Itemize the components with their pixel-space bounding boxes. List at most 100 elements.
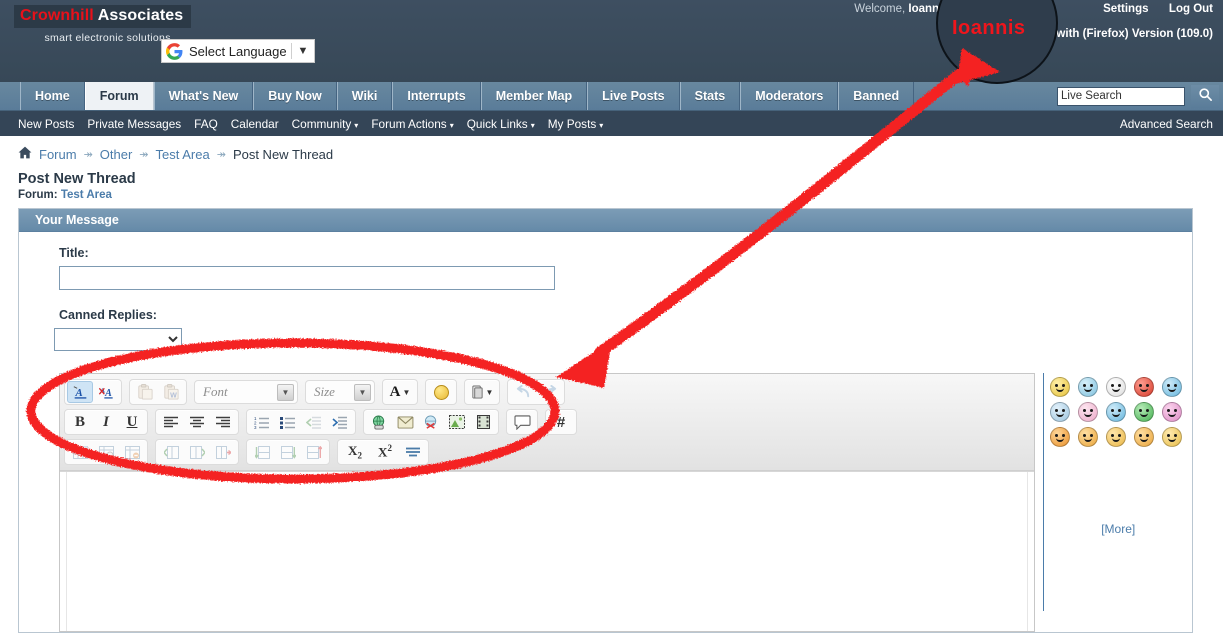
subnav-community[interactable]: Community ▾ [292, 117, 359, 131]
unlink-icon[interactable] [418, 411, 444, 433]
quote-icon[interactable] [509, 411, 535, 433]
subnav-faq[interactable]: FAQ [194, 117, 218, 131]
advanced-search-link[interactable]: Advanced Search [1120, 117, 1213, 131]
insert-video-icon[interactable] [470, 411, 496, 433]
smilie-sunglasses[interactable] [1050, 402, 1071, 422]
ordered-list-icon[interactable]: 123 [249, 411, 275, 433]
align-center-icon[interactable] [184, 411, 210, 433]
post-form-panel: Your Message Title: Canned Replies: A A … [18, 208, 1193, 633]
search-input[interactable] [1057, 86, 1185, 106]
smilie-angry[interactable] [1134, 377, 1155, 397]
toolbar-group-table [64, 439, 148, 465]
nav-tab-moderators[interactable]: Moderators [740, 82, 839, 110]
table-properties-icon[interactable] [93, 441, 119, 463]
size-dropdown-label: Size [314, 384, 335, 399]
font-family-dropdown[interactable]: Font ▼ [194, 380, 298, 404]
insert-image-icon[interactable] [444, 411, 470, 433]
breadcrumb-item-other[interactable]: Other [100, 147, 133, 162]
redo-icon[interactable] [536, 381, 562, 403]
insert-row-above-icon[interactable] [249, 441, 275, 463]
wysiwyg-toggle-icon[interactable]: A [67, 381, 93, 403]
align-right-icon[interactable] [210, 411, 236, 433]
smilie-big-smile[interactable] [1050, 427, 1071, 447]
chevron-down-icon[interactable]: ▼ [292, 45, 314, 57]
subnav-my-posts[interactable]: My Posts ▾ [548, 117, 604, 131]
bold-icon[interactable]: B [67, 411, 93, 433]
subnav-new-posts[interactable]: New Posts [18, 117, 74, 131]
subnav-private-messages[interactable]: Private Messages [87, 117, 181, 131]
smilie-more-link[interactable]: [More] [1101, 522, 1135, 536]
smilie-shocked[interactable] [1106, 377, 1127, 397]
delete-column-icon[interactable] [210, 441, 236, 463]
insert-column-left-icon[interactable] [158, 441, 184, 463]
smilie-neutral[interactable] [1106, 427, 1127, 447]
nav-tab-member-map[interactable]: Member Map [480, 82, 588, 110]
smilie-grin-green[interactable] [1134, 402, 1155, 422]
logout-link[interactable]: Log Out [1169, 3, 1213, 15]
canned-replies-select[interactable] [54, 328, 182, 351]
message-textarea[interactable] [60, 471, 1035, 631]
nav-tab-live-posts[interactable]: Live Posts [587, 82, 680, 110]
toolbar-group-color: A ▼ [382, 379, 418, 405]
title-input[interactable] [59, 266, 555, 290]
subnav-calendar[interactable]: Calendar [231, 117, 279, 131]
smilie-blush-pink[interactable] [1162, 402, 1183, 422]
paste-from-word-icon[interactable]: W [158, 381, 184, 403]
nav-tab-interrupts[interactable]: Interrupts [392, 82, 481, 110]
indent-icon[interactable] [327, 411, 353, 433]
underline-icon[interactable]: U [119, 411, 145, 433]
home-icon[interactable] [18, 146, 32, 162]
insert-email-icon[interactable] [392, 411, 418, 433]
page-subtitle: Forum: Test Area [18, 189, 1223, 201]
secondary-navigation: New Posts Private Messages FAQ Calendar … [0, 111, 1223, 136]
attachment-icon[interactable]: ▼ [467, 381, 497, 403]
title-field-label: Title: [59, 246, 89, 260]
subnav-quick-links[interactable]: Quick Links ▾ [467, 117, 535, 131]
nav-tab-stats[interactable]: Stats [679, 82, 741, 110]
delete-table-icon[interactable] [119, 441, 145, 463]
align-left-icon[interactable] [158, 411, 184, 433]
nav-tab-forum[interactable]: Forum [84, 82, 154, 110]
smilie-cool-blue[interactable] [1162, 377, 1183, 397]
breadcrumb-item-test-area[interactable]: Test Area [156, 147, 210, 162]
subnav-forum-actions[interactable]: Forum Actions ▾ [371, 117, 453, 131]
smilie-cheeky[interactable] [1134, 427, 1155, 447]
undo-icon[interactable] [510, 381, 536, 403]
insert-link-icon[interactable] [366, 411, 392, 433]
nav-tab-wiki[interactable]: Wiki [336, 82, 393, 110]
subscript-icon[interactable]: X2 [340, 441, 370, 463]
font-color-icon[interactable]: A ▼ [385, 381, 415, 403]
language-selector[interactable]: Select Language ▼ [161, 39, 315, 63]
justify-icon[interactable] [400, 441, 426, 463]
smilie-tongue[interactable] [1078, 402, 1099, 422]
insert-row-below-icon[interactable] [275, 441, 301, 463]
breadcrumb-item-forum[interactable]: Forum [39, 147, 77, 162]
remove-formatting-icon[interactable]: A A [93, 381, 119, 403]
font-size-dropdown[interactable]: Size ▼ [305, 380, 375, 404]
superscript-icon[interactable]: X2 [370, 441, 400, 463]
nav-tab-home[interactable]: Home [20, 82, 85, 110]
smilie-laugh[interactable] [1078, 427, 1099, 447]
search-button[interactable] [1191, 84, 1219, 108]
forum-name-link[interactable]: Test Area [61, 189, 112, 201]
unordered-list-icon[interactable] [275, 411, 301, 433]
insert-table-icon[interactable] [67, 441, 93, 463]
outdent-icon[interactable] [301, 411, 327, 433]
message-editable-region[interactable] [66, 472, 1029, 631]
nav-tab-buy-now[interactable]: Buy Now [253, 82, 337, 110]
smilie-smile[interactable] [1162, 427, 1183, 447]
chevron-down-icon: ▼ [277, 383, 294, 401]
smilie-wink-blue[interactable] [1106, 402, 1127, 422]
italic-icon[interactable]: I [93, 411, 119, 433]
delete-row-icon[interactable] [301, 441, 327, 463]
smilie-happy[interactable] [1050, 377, 1071, 397]
paste-icon[interactable] [132, 381, 158, 403]
smilie-confused[interactable] [1078, 377, 1099, 397]
smilie-icon[interactable] [428, 381, 454, 403]
nav-tab-banned[interactable]: Banned [838, 82, 915, 110]
code-hash-icon[interactable]: # [548, 411, 574, 433]
logo-secondary-text: Associates [97, 7, 184, 24]
insert-column-right-icon[interactable] [184, 441, 210, 463]
nav-tab-whats-new[interactable]: What's New [153, 82, 254, 110]
settings-link[interactable]: Settings [1103, 3, 1148, 15]
